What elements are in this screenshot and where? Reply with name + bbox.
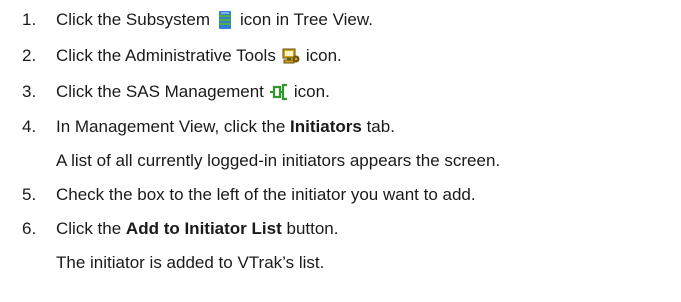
step-text-after: icon in Tree View. [240, 10, 373, 29]
step-number: 2. [22, 46, 37, 65]
step-text-before: Click the [56, 219, 122, 238]
step-4: 4. In Management View, click the Initiat… [0, 112, 681, 142]
step-number: 1. [22, 10, 37, 29]
step-text: Click the SAS Management icon. [56, 82, 330, 102]
step-5: 5. Check the box to the left of the init… [0, 180, 681, 210]
step-6-note: The initiator is added to VTrak’s list. [0, 248, 681, 278]
step-6: 6. Click the Add to Initiator List butto… [0, 214, 681, 244]
administrative-tools-icon [281, 46, 301, 66]
step-text-after: button. [286, 219, 339, 238]
step-text-before: Click the Administrative Tools [56, 46, 276, 65]
add-to-initiator-list-button-label: Add to Initiator List [125, 219, 282, 238]
step-text-after: icon. [293, 82, 330, 101]
step-text-before: In Management View, click the [56, 117, 286, 136]
subsystem-icon [215, 10, 235, 30]
step-4-note: A list of all currently logged-in initia… [0, 146, 681, 176]
step-text-after: icon. [305, 46, 342, 65]
step-3: 3. Click the SAS Management icon. [0, 77, 681, 107]
step-number: 3. [22, 82, 37, 101]
instruction-steps: 1. Click the Subsystem icon in Tree View… [0, 0, 681, 302]
step-text-before: Click the Subsystem [56, 10, 210, 29]
step-2: 2. Click the Administrative Tools icon. [0, 41, 681, 71]
step-text: Click the Administrative Tools icon. [56, 46, 342, 66]
sas-management-icon [269, 82, 289, 102]
step-note-text: The initiator is added to VTrak’s list. [56, 253, 325, 272]
step-note-text: A list of all currently logged-in initia… [56, 151, 501, 170]
step-text-after: tab. [366, 117, 395, 136]
step-text: Click the Subsystem icon in Tree View. [56, 10, 373, 30]
step-number: 6. [22, 219, 37, 238]
step-text: Check the box to the left of the initiat… [56, 185, 476, 204]
initiators-tab-label: Initiators [290, 117, 362, 136]
step-text: In Management View, click the Initiators… [56, 117, 395, 137]
step-1: 1. Click the Subsystem icon in Tree View… [0, 5, 681, 35]
step-text-before: Click the SAS Management [56, 82, 264, 101]
step-number: 5. [22, 185, 37, 204]
step-number: 4. [22, 117, 37, 136]
step-text: Click the Add to Initiator List button. [56, 219, 338, 239]
